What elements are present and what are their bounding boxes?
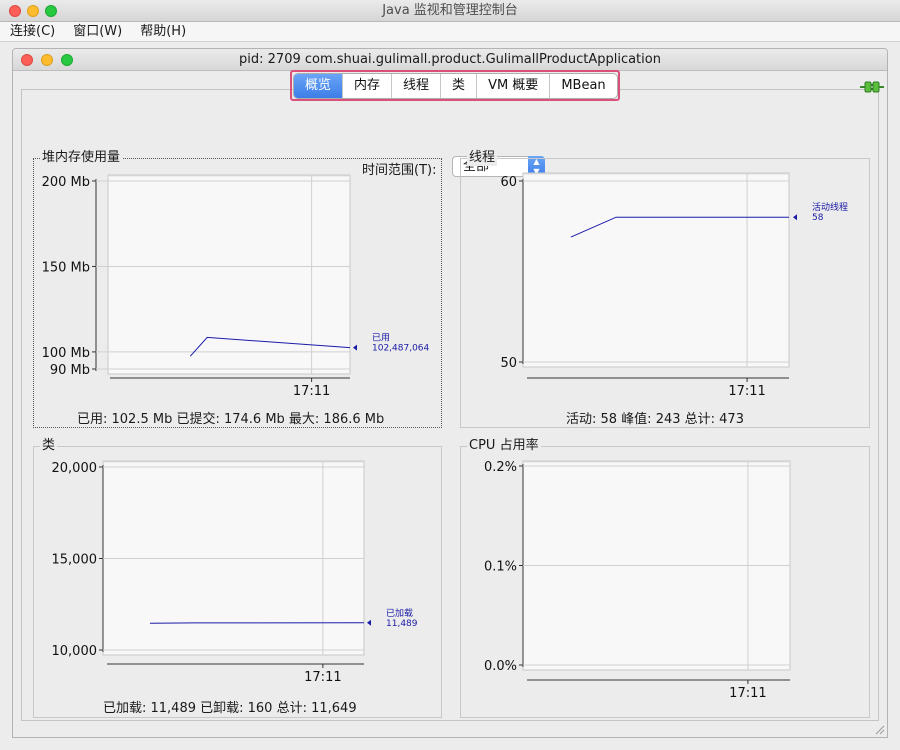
- series-value-label: 102,487,064: [372, 344, 430, 354]
- x-tick-label: 17:11: [728, 384, 765, 399]
- y-tick-label: 90 Mb: [50, 363, 90, 378]
- minimize-icon[interactable]: [41, 54, 53, 66]
- plot-area: [107, 174, 351, 375]
- y-tick-label: 200 Mb: [42, 175, 90, 190]
- series-marker: [353, 344, 357, 351]
- tab-highlight-box: [290, 70, 620, 101]
- y-tick-label: 15,000: [52, 553, 98, 568]
- window-titlebar: Java 监视和管理控制台: [0, 0, 900, 22]
- x-tick-label: 17:11: [304, 670, 341, 685]
- heap-stats: 已用: 102.5 Mb 已提交: 174.6 Mb 最大: 186.6 Mb: [77, 412, 385, 427]
- zoom-icon[interactable]: [61, 54, 73, 66]
- heap-chart: 200 Mb 150 Mb 100 Mb 90 Mb 17:11 已用102,487,06…: [42, 174, 430, 399]
- series-marker: [367, 619, 371, 626]
- y-tick-label: 100 Mb: [42, 346, 90, 361]
- x-tick-label: 17:11: [293, 384, 330, 399]
- cpu-chart: 0.2% 0.1% 0.0% 17:11: [484, 460, 791, 701]
- series-line: [149, 622, 365, 624]
- y-tick-label: 50: [500, 356, 517, 371]
- y-tick-label: 0.2%: [484, 460, 517, 475]
- overview-content: 时间范围(T): 全部 ▲ ▼ 堆内存使用量 200 Mb 150 Mb 100 Mb…: [21, 89, 879, 721]
- series-marker: [793, 214, 797, 221]
- series-name-label: 已加载: [386, 607, 413, 619]
- y-tick-label: 0.0%: [484, 659, 517, 674]
- y-tick-label: 0.1%: [484, 560, 517, 575]
- menu-connection[interactable]: 连接(C): [0, 22, 64, 42]
- process-window: pid: 2709 com.shuai.gulimall.product.Gul…: [12, 48, 888, 738]
- classes-panel[interactable]: 类 20,000 15,000 10,000 17:11 已加载 11,489 已加载: …: [33, 438, 442, 718]
- resize-grip-icon[interactable]: [873, 723, 885, 735]
- zoom-icon[interactable]: [45, 5, 57, 17]
- series-name-label: 已用: [372, 333, 390, 344]
- menu-window[interactable]: 窗口(W): [64, 22, 131, 42]
- process-window-title: pid: 2709 com.shuai.gulimall.product.Gul…: [239, 52, 661, 67]
- classes-chart: 20,000 15,000 10,000 17:11 已加载11,489: [52, 460, 418, 685]
- y-tick-label: 150 Mb: [42, 260, 90, 275]
- app-window: Java 监视和管理控制台 连接(C) 窗口(W) 帮助(H) pid: 2709 …: [0, 0, 900, 750]
- threads-stats: 活动: 58 峰值: 243 总计: 473: [566, 412, 744, 427]
- y-tick-label: 10,000: [52, 644, 98, 659]
- threads-panel[interactable]: 线程 60 50 17:11 活动线程 58 活动: 58 峰值: 243 总计: 47…: [460, 150, 870, 428]
- threads-chart: 60 50 17:11 活动线程58: [500, 172, 848, 399]
- series-value-label: 11,489: [386, 619, 418, 629]
- close-icon[interactable]: [21, 54, 33, 66]
- process-window-controls: [21, 54, 81, 76]
- plot-area: [522, 172, 790, 368]
- plug-icon[interactable]: [860, 80, 884, 94]
- minimize-icon[interactable]: [27, 5, 39, 17]
- y-tick-label: 20,000: [52, 461, 98, 476]
- series-value-label: 58: [812, 213, 824, 223]
- x-tick-label: 17:11: [729, 686, 766, 701]
- close-icon[interactable]: [9, 5, 21, 17]
- classes-stats: 已加载: 11,489 已卸载: 160 总计: 11,649: [103, 701, 357, 716]
- cpu-panel[interactable]: CPU 占用率 0.2% 0.1% 0.0% 17:11: [460, 438, 870, 718]
- series-name-label: 活动线程: [812, 201, 848, 213]
- menu-help[interactable]: 帮助(H): [131, 22, 195, 42]
- process-window-titlebar: pid: 2709 com.shuai.gulimall.product.Gul…: [13, 49, 887, 71]
- y-tick-label: 60: [500, 175, 517, 190]
- window-title: Java 监视和管理控制台: [382, 3, 518, 18]
- heap-panel[interactable]: 堆内存使用量 200 Mb 150 Mb 100 Mb 90 Mb 17:11 已用 102…: [33, 150, 442, 428]
- menu-bar: 连接(C) 窗口(W) 帮助(H): [0, 22, 900, 42]
